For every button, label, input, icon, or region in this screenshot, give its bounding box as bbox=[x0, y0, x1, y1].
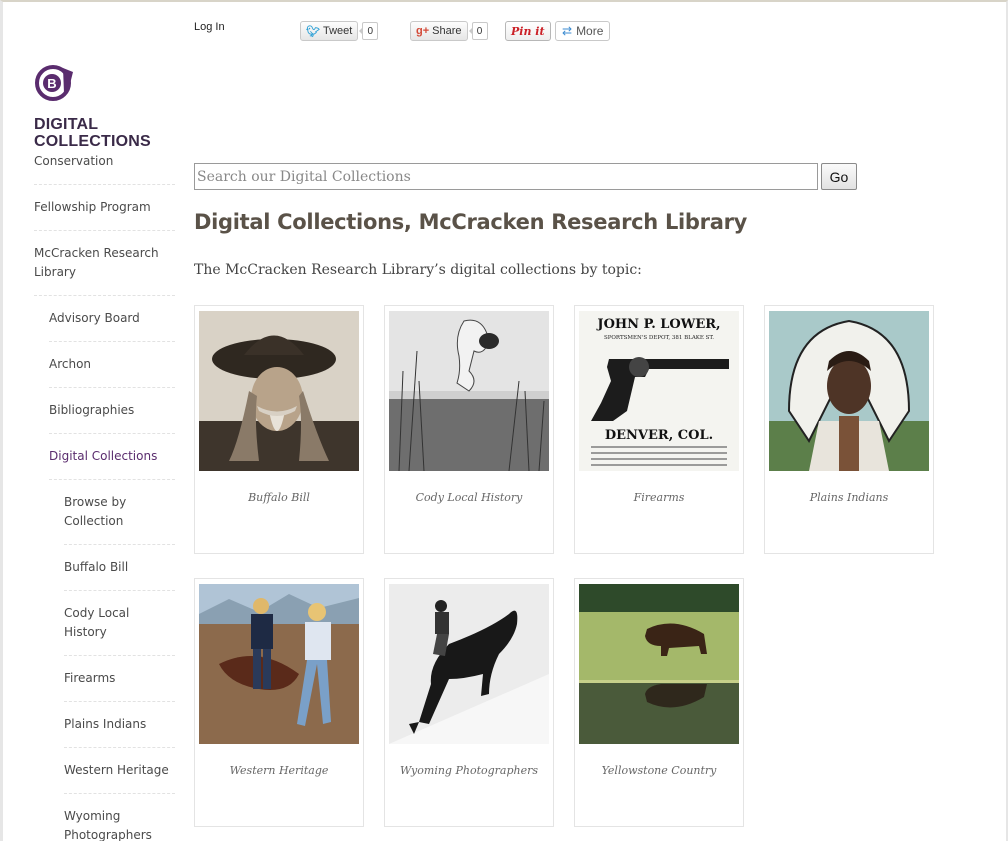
tweet-button[interactable]: 🐦︎ Tweet bbox=[300, 21, 359, 41]
western-heritage-image bbox=[199, 584, 359, 744]
tweet-widget[interactable]: 🐦︎ Tweet 0 bbox=[300, 21, 379, 41]
share-widget[interactable]: g+ Share 0 bbox=[410, 21, 488, 41]
sidebar-item-archon[interactable]: Archon bbox=[49, 342, 175, 388]
collection-caption[interactable]: Buffalo Bill bbox=[195, 491, 363, 504]
sidebar-item-firearms[interactable]: Firearms bbox=[64, 656, 175, 702]
svg-text:B: B bbox=[47, 76, 56, 91]
plains-indians-portrait-image bbox=[769, 311, 929, 471]
collection-card-yellowstone-country[interactable]: Yellowstone Country bbox=[574, 578, 744, 827]
pin-widget[interactable]: Pin it bbox=[505, 21, 551, 41]
sidebar-item-advisory-board[interactable]: Advisory Board bbox=[49, 296, 175, 342]
cody-local-history-thumbnail[interactable] bbox=[389, 311, 549, 471]
search-go-button[interactable]: Go bbox=[821, 163, 857, 190]
collection-card-cody-local-history[interactable]: Cody Local History bbox=[384, 305, 554, 554]
cody-local-history-image bbox=[389, 311, 549, 471]
intro-text: The McCracken Research Library’s digital… bbox=[194, 262, 642, 278]
collection-caption[interactable]: Plains Indians bbox=[765, 491, 933, 504]
wyoming-photographers-image bbox=[389, 584, 549, 744]
wyoming-photographers-thumbnail[interactable] bbox=[389, 584, 549, 744]
collection-card-wyoming-photographers[interactable]: Wyoming Photographers bbox=[384, 578, 554, 827]
sidebar-item-mccracken[interactable]: McCracken Research Library bbox=[34, 231, 175, 296]
page-title: Digital Collections, McCracken Research … bbox=[194, 210, 748, 234]
firearms-thumbnail[interactable]: JOHN P. LOWER, SPORTSMEN'S DEPOT, 381 BL… bbox=[579, 311, 739, 471]
plains-indians-thumbnail[interactable] bbox=[769, 311, 929, 471]
yellowstone-country-thumbnail[interactable] bbox=[579, 584, 739, 744]
collection-caption[interactable]: Firearms bbox=[575, 491, 743, 504]
more-widget[interactable]: ⇄ More bbox=[555, 21, 611, 41]
sidebar-item-plains-indians[interactable]: Plains Indians bbox=[64, 702, 175, 748]
twitter-bird-icon: 🐦︎ bbox=[306, 25, 320, 38]
yellowstone-bison-image bbox=[579, 584, 739, 744]
login-link[interactable]: Log In bbox=[194, 21, 225, 33]
sidebar-item-browse-by-collection[interactable]: Browse by Collection bbox=[64, 480, 175, 545]
sidebar-item-cody-local-history[interactable]: Cody Local History bbox=[64, 591, 175, 656]
collection-caption[interactable]: Yellowstone Country bbox=[575, 764, 743, 777]
share-more-icon: ⇄ bbox=[562, 24, 573, 38]
western-heritage-thumbnail[interactable] bbox=[199, 584, 359, 744]
search-input[interactable] bbox=[194, 163, 818, 190]
tweet-count: 0 bbox=[359, 22, 379, 40]
sidebar-item-fellowship[interactable]: Fellowship Program bbox=[34, 185, 175, 231]
google-share-button[interactable]: g+ Share bbox=[410, 21, 468, 41]
sidebar-item-buffalo-bill[interactable]: Buffalo Bill bbox=[64, 545, 175, 591]
collection-caption[interactable]: Wyoming Photographers bbox=[385, 764, 553, 777]
more-share-button[interactable]: ⇄ More bbox=[555, 21, 611, 41]
ad-address: SPORTSMEN'S DEPOT, 381 BLAKE ST. bbox=[604, 335, 714, 341]
buffalo-bill-portrait-image bbox=[199, 311, 359, 471]
sidebar-item-digital-collections[interactable]: Digital Collections bbox=[49, 434, 175, 480]
collection-card-plains-indians[interactable]: Plains Indians bbox=[764, 305, 934, 554]
google-plus-icon: g+ bbox=[416, 25, 430, 37]
pinterest-button[interactable]: Pin it bbox=[505, 21, 551, 41]
sidebar-item-conservation[interactable]: Conservation bbox=[34, 145, 175, 185]
firearms-advertisement-image: JOHN P. LOWER, SPORTSMEN'S DEPOT, 381 BL… bbox=[579, 311, 739, 471]
share-count: 0 bbox=[468, 22, 488, 40]
collection-caption[interactable]: Cody Local History bbox=[385, 491, 553, 504]
site-logo[interactable]: B DIGITAL COLLECTIONS bbox=[34, 62, 174, 150]
collection-caption[interactable]: Western Heritage bbox=[195, 764, 363, 777]
sidebar-item-bibliographies[interactable]: Bibliographies bbox=[49, 388, 175, 434]
collection-card-buffalo-bill[interactable]: Buffalo Bill bbox=[194, 305, 364, 554]
ad-headline: JOHN P. LOWER, bbox=[596, 317, 720, 332]
sidebar-nav: Conservation Fellowship Program McCracke… bbox=[34, 145, 175, 841]
collection-card-firearms[interactable]: JOHN P. LOWER, SPORTSMEN'S DEPOT, 381 BL… bbox=[574, 305, 744, 554]
sidebar-item-wyoming-photographers[interactable]: Wyoming Photographers bbox=[64, 794, 175, 841]
collection-card-western-heritage[interactable]: Western Heritage bbox=[194, 578, 364, 827]
sidebar-item-western-heritage[interactable]: Western Heritage bbox=[64, 748, 175, 794]
buffalo-bill-thumbnail[interactable] bbox=[199, 311, 359, 471]
digital-collections-logo-icon: B bbox=[35, 65, 73, 101]
ad-city: DENVER, COL. bbox=[605, 428, 713, 443]
